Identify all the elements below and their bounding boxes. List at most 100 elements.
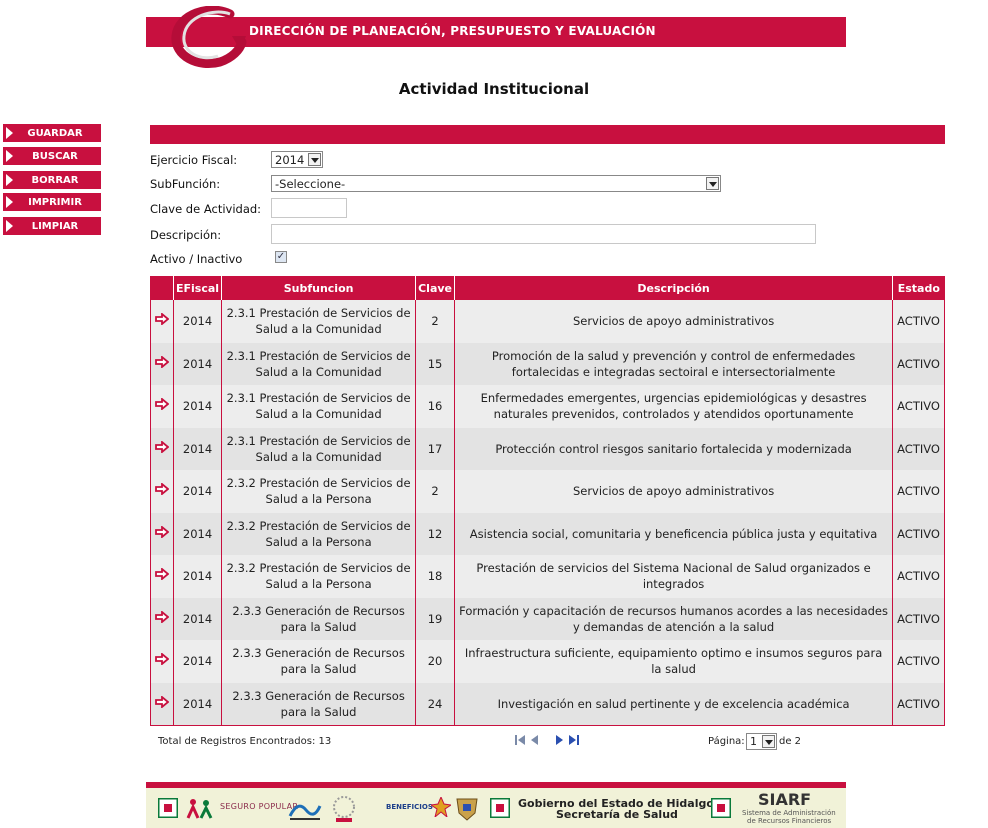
cell-efiscal: 2014: [172, 682, 222, 726]
row-select-cell[interactable]: [150, 555, 174, 598]
chevron-down-icon[interactable]: [706, 177, 719, 190]
chevron-down-icon[interactable]: [308, 153, 321, 166]
cell-clave: 16: [415, 385, 455, 428]
siarf-subtitle-2: de Recursos Financieros: [747, 817, 832, 825]
table-row[interactable]: 2014 2.3.3 Generación de Recursos para la…: [150, 682, 945, 726]
actividades-table: EFiscal Subfuncion Clave Descripción Est…: [150, 276, 945, 726]
table-row[interactable]: 2014 2.3.3 Generación de Recursos para la…: [150, 597, 945, 640]
cell-estado: ACTIVO: [892, 682, 945, 726]
seguro-popular-logo: SEGURO POPULAR: [220, 802, 299, 811]
table-row[interactable]: 2014 2.3.1 Prestación de Servicios de Sal…: [150, 342, 945, 385]
table-row[interactable]: 2014 2.3.3 Generación de Recursos para la…: [150, 640, 945, 683]
activo-checkbox[interactable]: ✓: [275, 251, 287, 263]
cell-subfuncion: 2.3.1 Prestación de Servicios de Salud a…: [221, 385, 416, 428]
row-select-cell[interactable]: [150, 470, 174, 513]
row-select-cell[interactable]: [150, 682, 174, 726]
clave-actividad-input[interactable]: [271, 198, 347, 218]
cell-subfuncion: 2.3.3 Generación de Recursos para la Sal…: [221, 597, 416, 640]
table-row[interactable]: 2014 2.3.2 Prestación de Servicios de Sal…: [150, 470, 945, 513]
cell-estado: ACTIVO: [892, 555, 945, 598]
table-row[interactable]: 2014 2.3.1 Prestación de Servicios de Sal…: [150, 300, 945, 343]
borrar-button[interactable]: BORRAR: [3, 171, 101, 189]
row-select-cell[interactable]: [150, 427, 174, 470]
play-icon: [6, 127, 13, 139]
ejercicio-fiscal-select[interactable]: 2014: [271, 151, 323, 168]
cell-estado: ACTIVO: [892, 385, 945, 428]
subfuncion-select[interactable]: -Seleccione-: [271, 175, 721, 192]
siarf-subtitle-1: Sistema de Administración: [742, 809, 836, 817]
subfuncion-label: SubFunción:: [150, 177, 221, 191]
row-select-cell[interactable]: [150, 385, 174, 428]
buscar-button[interactable]: BUSCAR: [3, 147, 101, 165]
buscar-button-label: BUSCAR: [32, 150, 78, 162]
star-logo-icon: [431, 797, 451, 817]
row-select-cell[interactable]: [150, 342, 174, 385]
cell-clave: 15: [415, 342, 455, 385]
table-row[interactable]: 2014 2.3.2 Prestación de Servicios de Sal…: [150, 555, 945, 598]
page-title: Actividad Institucional: [398, 80, 590, 98]
coat-of-arms-icon: [456, 798, 478, 821]
cell-clave: 18: [415, 555, 455, 598]
cell-descripcion: Formación y capacitación de recursos hum…: [454, 597, 893, 640]
emblem-logo-icon: [333, 796, 355, 822]
secretaria-salud-text: Secretaría de Salud: [556, 808, 678, 821]
row-select-cell[interactable]: [150, 300, 174, 343]
form-header-bar: [150, 125, 945, 144]
cell-efiscal: 2014: [172, 512, 222, 555]
cell-estado: ACTIVO: [892, 427, 945, 470]
descripcion-input[interactable]: [271, 224, 816, 244]
table-row[interactable]: 2014 2.3.1 Prestación de Servicios de Sal…: [150, 427, 945, 470]
arrow-right-icon[interactable]: [155, 398, 169, 411]
cell-subfuncion: 2.3.1 Prestación de Servicios de Salud a…: [221, 342, 416, 385]
guardar-button[interactable]: GUARDAR: [3, 124, 101, 142]
column-header-efiscal: EFiscal: [172, 276, 222, 300]
arrow-right-icon[interactable]: [155, 313, 169, 326]
page-count: de 2: [779, 736, 802, 747]
arrow-right-icon[interactable]: [155, 568, 169, 581]
page-select[interactable]: 1: [746, 733, 777, 750]
limpiar-button[interactable]: LIMPIAR: [3, 217, 101, 235]
cell-efiscal: 2014: [172, 470, 222, 513]
first-page-icon[interactable]: [515, 734, 526, 746]
last-page-icon[interactable]: [568, 734, 579, 746]
cell-subfuncion: 2.3.2 Prestación de Servicios de Salud a…: [221, 470, 416, 513]
arrow-right-icon[interactable]: [155, 355, 169, 368]
row-select-cell[interactable]: [150, 640, 174, 683]
table-header-row: EFiscal Subfuncion Clave Descripción Est…: [150, 276, 945, 300]
cell-estado: ACTIVO: [892, 640, 945, 683]
cell-clave: 2: [415, 300, 455, 343]
cell-clave: 19: [415, 597, 455, 640]
arrow-right-icon[interactable]: [155, 653, 169, 666]
arrow-right-icon[interactable]: [155, 695, 169, 708]
arrow-right-icon[interactable]: [155, 610, 169, 623]
cell-descripcion: Investigación en salud pertinente y de e…: [454, 682, 893, 726]
cell-clave: 24: [415, 682, 455, 726]
next-page-icon[interactable]: [555, 734, 564, 746]
people-logo-icon: [186, 799, 213, 819]
imprimir-button[interactable]: IMPRIMIR: [3, 193, 101, 211]
row-select-cell[interactable]: [150, 597, 174, 640]
guardar-button-label: GUARDAR: [27, 127, 83, 139]
header-title: DIRECCIÓN DE PLANEACIÓN, PRESUPUESTO Y E…: [249, 24, 656, 38]
column-header-subfuncion: Subfuncion: [221, 276, 416, 300]
cell-descripcion: Servicios de apoyo administrativos: [454, 300, 893, 343]
table-row[interactable]: 2014 2.3.1 Prestación de Servicios de Sal…: [150, 385, 945, 428]
cell-efiscal: 2014: [172, 385, 222, 428]
column-header-estado: Estado: [892, 276, 945, 300]
table-row[interactable]: 2014 2.3.2 Prestación de Servicios de Sal…: [150, 512, 945, 555]
arrow-right-icon[interactable]: [155, 525, 169, 538]
arrow-right-icon[interactable]: [155, 440, 169, 453]
previous-page-icon[interactable]: [530, 734, 539, 746]
beneficios-logo: BENEFICIOS: [386, 803, 433, 811]
cell-clave: 12: [415, 512, 455, 555]
cell-descripcion: Servicios de apoyo administrativos: [454, 470, 893, 513]
play-icon: [6, 174, 13, 186]
chevron-down-icon[interactable]: [762, 735, 775, 748]
cell-descripcion: Prestación de servicios del Sistema Naci…: [454, 555, 893, 598]
cell-estado: ACTIVO: [892, 470, 945, 513]
imprimir-button-label: IMPRIMIR: [28, 196, 82, 208]
ejercicio-fiscal-value: 2014: [275, 153, 305, 167]
arrow-right-icon[interactable]: [155, 483, 169, 496]
row-select-cell[interactable]: [150, 512, 174, 555]
subfuncion-value: -Seleccione-: [275, 177, 346, 191]
